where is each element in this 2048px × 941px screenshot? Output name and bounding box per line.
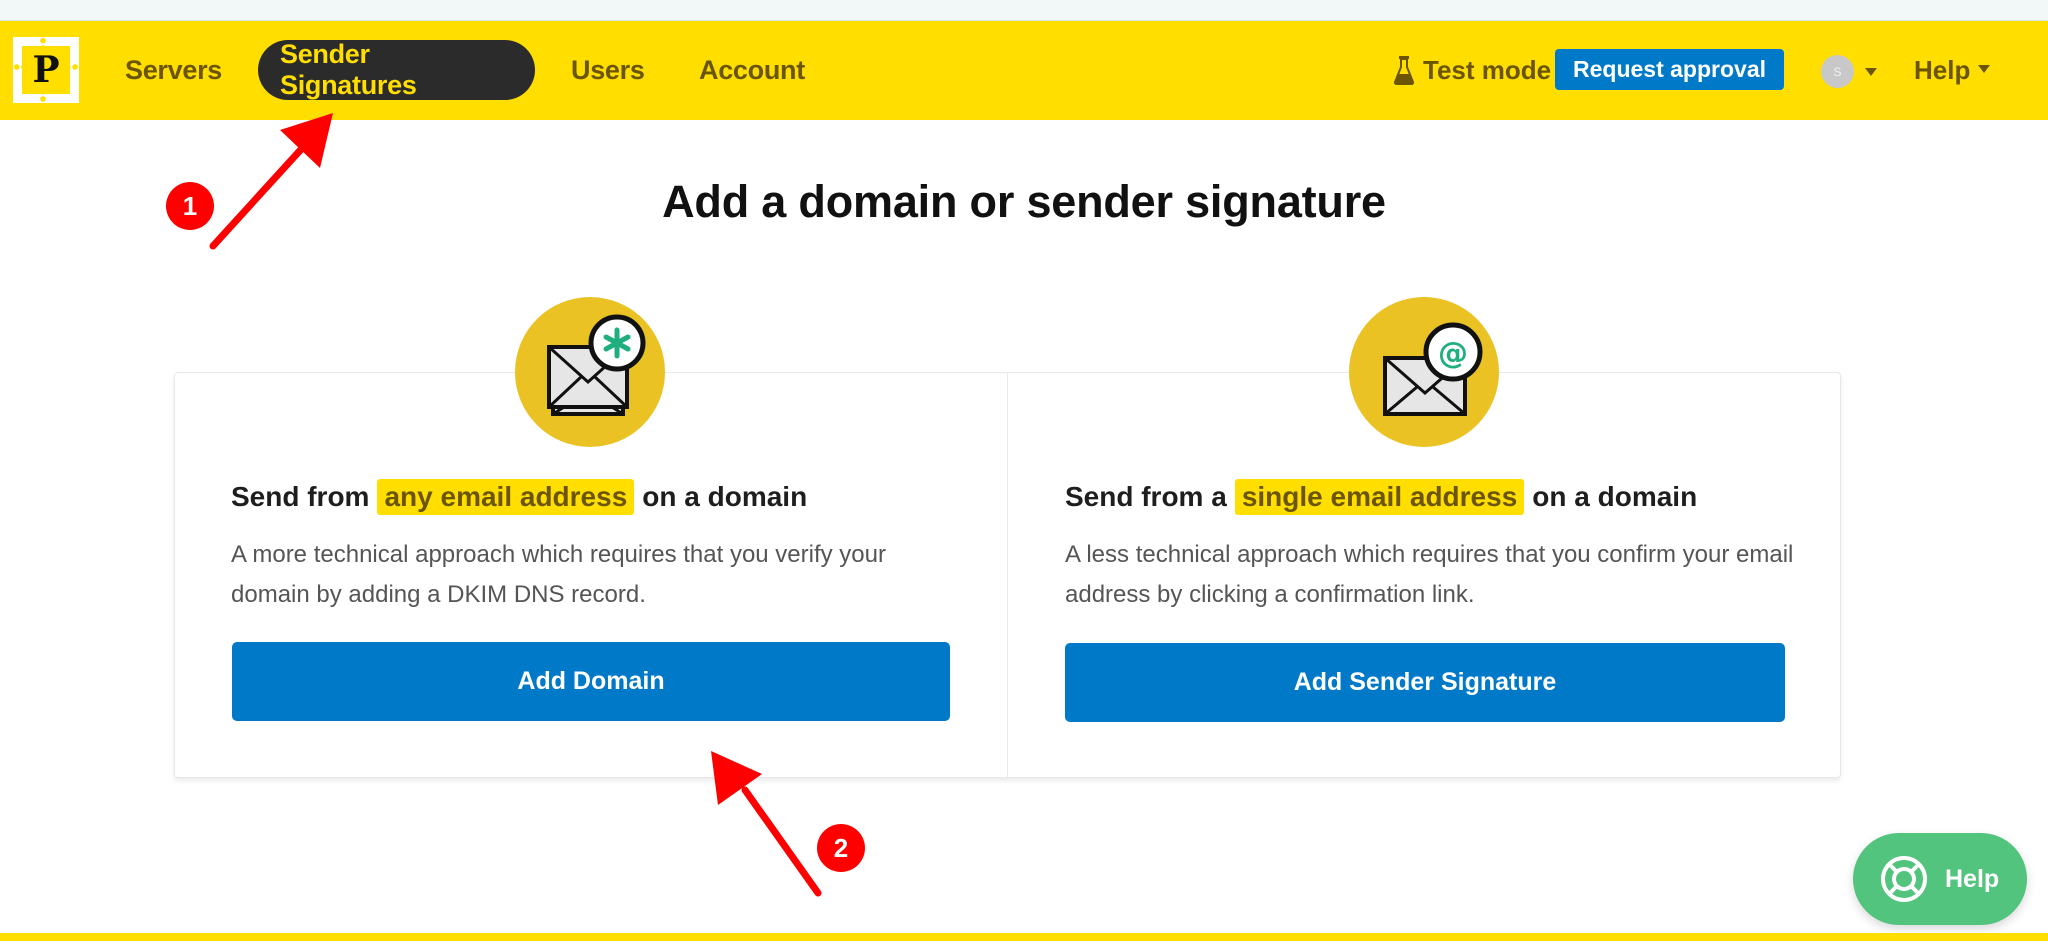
request-approval-button[interactable]: Request approval	[1555, 49, 1784, 90]
footer-band	[0, 933, 2048, 941]
lifebuoy-icon	[1881, 856, 1927, 902]
help-caret-icon	[1978, 65, 1991, 73]
nav-account[interactable]: Account	[677, 40, 827, 100]
column-divider	[1007, 373, 1008, 777]
help-widget-button[interactable]: Help	[1853, 833, 2027, 925]
option-signature-description: A less technical approach which requires…	[1065, 541, 1794, 608]
heading-prefix: Send from a	[1065, 481, 1227, 512]
postmark-logo[interactable]: P	[13, 37, 79, 103]
annotation-badge-2: 2	[817, 824, 865, 872]
option-domain-description: A more technical approach which requires…	[231, 541, 886, 608]
heading-suffix: on a domain	[1532, 481, 1698, 512]
option-domain-heading: Send from any email address on a domain	[231, 479, 807, 515]
nav-sender-signatures[interactable]: Sender Signatures	[258, 39, 535, 100]
help-menu-label: Help	[1914, 54, 1971, 85]
svg-text:@: @	[1438, 336, 1468, 371]
nav-users[interactable]: Users	[549, 40, 667, 100]
user-menu-caret-icon[interactable]	[1865, 68, 1877, 76]
test-mode-label: Test mode	[1423, 54, 1552, 85]
add-sender-signature-button[interactable]: Add Sender Signature	[1065, 643, 1785, 722]
heading-highlight: any email address	[377, 479, 635, 515]
logo-letter: P	[22, 46, 70, 94]
heading-prefix: Send from	[231, 481, 370, 512]
nav-servers[interactable]: Servers	[103, 40, 244, 100]
envelope-at-icon: @	[1349, 297, 1499, 447]
annotation-number-2: 2	[834, 833, 848, 863]
help-widget-label: Help	[1945, 864, 2000, 893]
envelope-asterisk-icon	[515, 297, 665, 447]
add-domain-button[interactable]: Add Domain	[232, 642, 950, 721]
option-signature-heading: Send from a single email address on a do…	[1065, 479, 1697, 515]
heading-highlight: single email address	[1234, 479, 1525, 515]
browser-top-strip	[0, 0, 2048, 21]
page-title: Add a domain or sender signature	[662, 176, 1386, 227]
help-menu[interactable]: Help	[1914, 40, 1991, 100]
flask-icon	[1393, 56, 1415, 85]
user-avatar[interactable]: S	[1821, 55, 1854, 88]
heading-suffix: on a domain	[642, 481, 808, 512]
options-card: Send from any email address on a domain …	[174, 372, 1841, 778]
test-mode-indicator[interactable]: Test mode	[1393, 40, 1551, 100]
top-navbar: P Servers Sender Signatures Users Accoun…	[0, 21, 2048, 120]
